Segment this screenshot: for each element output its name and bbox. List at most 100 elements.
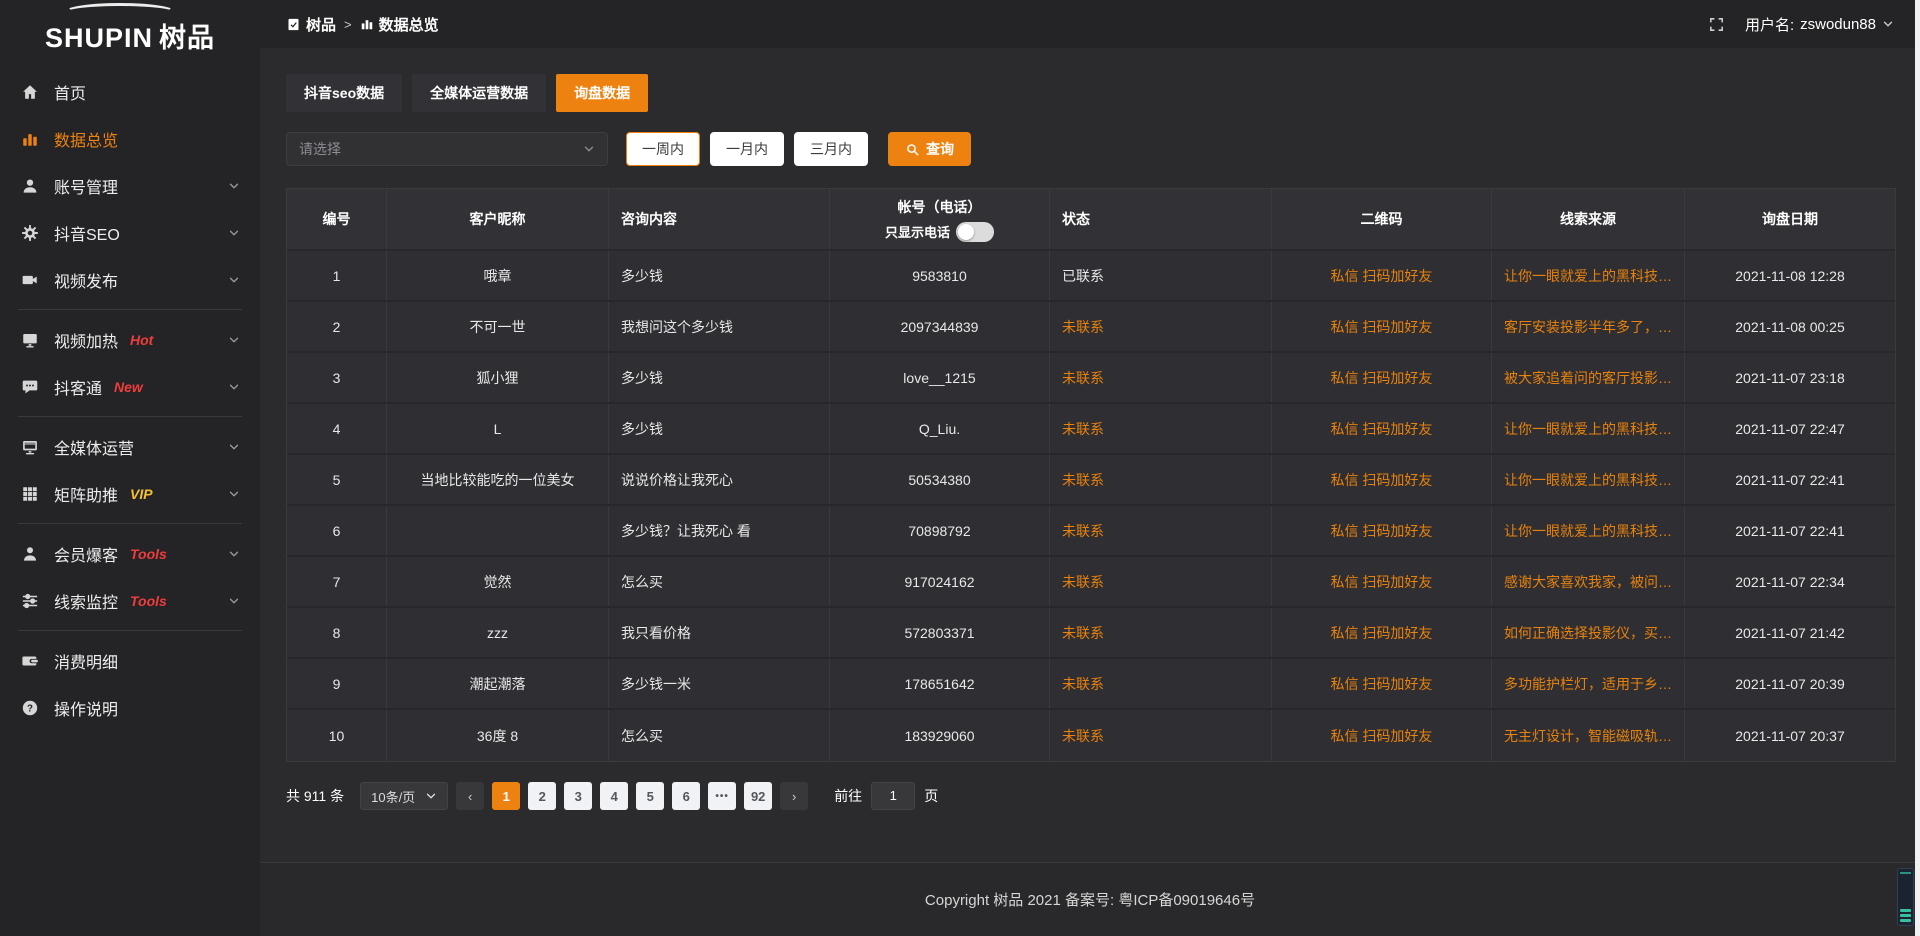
- col-source: 线索来源: [1492, 189, 1685, 249]
- user-menu[interactable]: 用户名: zswodun88: [1745, 14, 1894, 35]
- qrcode-link[interactable]: 私信 扫码加好友: [1331, 419, 1433, 439]
- source-link[interactable]: 无主灯设计，智能磁吸轨道灯...: [1504, 726, 1672, 746]
- sidebar-item-video-publish[interactable]: 视频发布: [0, 256, 260, 303]
- source-link[interactable]: 感谢大家喜欢我家，被问了好...: [1504, 572, 1672, 592]
- date-range-group: 一周内一月内三月内: [626, 132, 868, 166]
- cell-source: 无主灯设计，智能磁吸轨道灯...: [1492, 710, 1685, 761]
- cell-status: 未联系: [1050, 659, 1272, 708]
- prev-page-button[interactable]: ‹: [456, 782, 484, 810]
- cell-no: 8: [287, 608, 387, 657]
- cell-source: 客厅安装投影半年多了，真实...: [1492, 302, 1685, 351]
- page-button-92[interactable]: 92: [744, 782, 772, 810]
- qrcode-link[interactable]: 私信 扫码加好友: [1331, 623, 1433, 643]
- sidebar-item-home[interactable]: 首页: [0, 68, 260, 115]
- sidebar-item-label: 数据总览: [54, 127, 118, 151]
- cell-qrcode: 私信 扫码加好友: [1272, 557, 1492, 606]
- range-button-0[interactable]: 一周内: [626, 132, 700, 166]
- home-icon: [20, 82, 40, 102]
- gear-icon: [20, 223, 40, 243]
- page-button-3[interactable]: 3: [564, 782, 592, 810]
- brand-logo[interactable]: SHUPIN树品: [0, 0, 260, 60]
- page-size-value: 10条/页: [371, 787, 415, 806]
- page-button-2[interactable]: 2: [528, 782, 556, 810]
- toggle-knob: [958, 224, 974, 240]
- sidebar-item-media-operation[interactable]: 全媒体运营: [0, 423, 260, 470]
- tab-2[interactable]: 询盘数据: [556, 74, 648, 112]
- cell-nickname: zzz: [387, 608, 609, 657]
- qrcode-link[interactable]: 私信 扫码加好友: [1331, 266, 1433, 286]
- inquiry-table: 编号客户昵称咨询内容帐号（电话）只显示电话状态二维码线索来源询盘日期 1哦章多少…: [286, 188, 1896, 762]
- goto-page-input[interactable]: 1: [871, 782, 915, 810]
- page-ellipsis[interactable]: •••: [708, 782, 736, 810]
- account-select[interactable]: 请选择: [286, 132, 608, 166]
- cell-account: 178651642: [830, 659, 1050, 708]
- fullscreen-icon[interactable]: [1708, 16, 1725, 33]
- sidebar-item-operation-guide[interactable]: ?操作说明: [0, 684, 260, 731]
- cell-date: 2021-11-07 21:42: [1685, 608, 1895, 657]
- col-qrcode: 二维码: [1272, 189, 1492, 249]
- sidebar-item-matrix-boost[interactable]: 矩阵助推VIP: [0, 470, 260, 517]
- qrcode-link[interactable]: 私信 扫码加好友: [1331, 521, 1433, 541]
- qrcode-link[interactable]: 私信 扫码加好友: [1331, 317, 1433, 337]
- cell-account: Q_Liu.: [830, 404, 1050, 453]
- range-button-2[interactable]: 三月内: [794, 132, 868, 166]
- page-size-select[interactable]: 10条/页: [360, 782, 448, 810]
- chevron-down-icon: [228, 548, 240, 560]
- sidebar-item-douketong[interactable]: 抖客通New: [0, 363, 260, 410]
- cell-no: 7: [287, 557, 387, 606]
- breadcrumb-item-current[interactable]: 数据总览: [360, 14, 439, 35]
- sidebar-item-consume-detail[interactable]: 消费明细: [0, 637, 260, 684]
- qrcode-link[interactable]: 私信 扫码加好友: [1331, 572, 1433, 592]
- screen-icon: [20, 330, 40, 350]
- qrcode-link[interactable]: 私信 扫码加好友: [1331, 726, 1433, 746]
- breadcrumb-item-home[interactable]: 树品: [286, 14, 336, 35]
- next-page-button[interactable]: ›: [780, 782, 808, 810]
- search-button[interactable]: 查询: [888, 132, 971, 166]
- page-button-1[interactable]: 1: [492, 782, 520, 810]
- range-button-1[interactable]: 一月内: [710, 132, 784, 166]
- qrcode-link[interactable]: 私信 扫码加好友: [1331, 674, 1433, 694]
- sidebar-item-label: 消费明细: [54, 649, 118, 673]
- badge-new: New: [114, 379, 143, 395]
- sidebar-item-data-overview[interactable]: 数据总览: [0, 115, 260, 162]
- status-text: 未联系: [1062, 726, 1104, 746]
- data-tabs: 抖音seo数据全媒体运营数据询盘数据: [286, 74, 1896, 112]
- chevron-down-icon: [228, 381, 240, 393]
- source-link[interactable]: 如何正确选择投影仪，买投影...: [1504, 623, 1672, 643]
- sidebar-item-label: 全媒体运营: [54, 435, 134, 459]
- status-text: 未联系: [1062, 317, 1104, 337]
- tab-0[interactable]: 抖音seo数据: [286, 74, 402, 112]
- sidebar-item-douyin-seo[interactable]: 抖音SEO: [0, 209, 260, 256]
- source-link[interactable]: 客厅安装投影半年多了，真实...: [1504, 317, 1672, 337]
- chevron-down-icon: [228, 180, 240, 192]
- sidebar-item-account-manage[interactable]: 账号管理: [0, 162, 260, 209]
- sidebar-item-video-heat[interactable]: 视频加热Hot: [0, 316, 260, 363]
- sidebar-item-clue-monitor[interactable]: 线索监控Tools: [0, 577, 260, 624]
- qrcode-link[interactable]: 私信 扫码加好友: [1331, 368, 1433, 388]
- source-link[interactable]: 让你一眼就爱上的黑科技，能...: [1504, 266, 1672, 286]
- phone-only-toggle[interactable]: [956, 222, 994, 242]
- tab-1[interactable]: 全媒体运营数据: [412, 74, 546, 112]
- page-button-4[interactable]: 4: [600, 782, 628, 810]
- col-no: 编号: [287, 189, 387, 249]
- page-button-5[interactable]: 5: [636, 782, 664, 810]
- scrollbar[interactable]: [1915, 0, 1920, 936]
- page-button-6[interactable]: 6: [672, 782, 700, 810]
- cell-date: 2021-11-07 22:41: [1685, 506, 1895, 555]
- chevron-down-icon: [228, 274, 240, 286]
- source-link[interactable]: 让你一眼就爱上的黑科技，能...: [1504, 470, 1672, 490]
- source-link[interactable]: 多功能护栏灯，适用于乡村文...: [1504, 674, 1672, 694]
- sidebar-item-label: 抖音SEO: [54, 221, 120, 245]
- qrcode-link[interactable]: 私信 扫码加好友: [1331, 470, 1433, 490]
- source-link[interactable]: 让你一眼就爱上的黑科技，能...: [1504, 419, 1672, 439]
- source-link[interactable]: 被大家追着问的客厅投影分享...: [1504, 368, 1672, 388]
- chevron-down-icon: [228, 488, 240, 500]
- sidebar-item-member-marketing[interactable]: 会员爆客Tools: [0, 530, 260, 577]
- col-nickname: 客户昵称: [387, 189, 609, 249]
- goto-page: 前往 1 页: [834, 782, 938, 810]
- side-widget[interactable]: [1897, 868, 1914, 926]
- monitor-icon: [20, 437, 40, 457]
- cell-nickname: 哦章: [387, 251, 609, 300]
- source-link[interactable]: 让你一眼就爱上的黑科技，能...: [1504, 521, 1672, 541]
- cell-account: 9583810: [830, 251, 1050, 300]
